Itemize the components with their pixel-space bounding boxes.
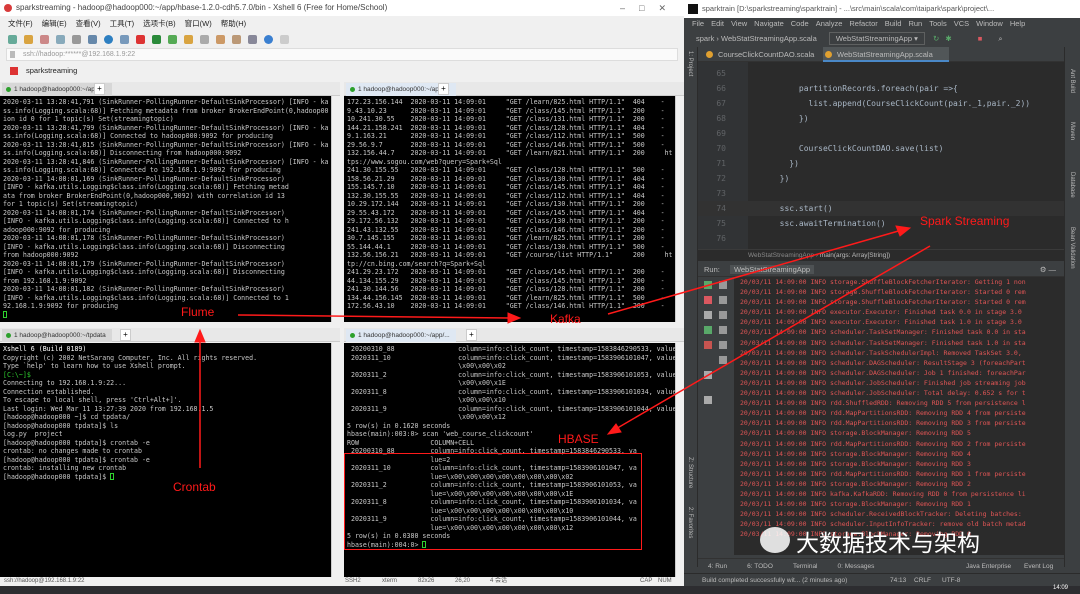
arrow-flume-kafka xyxy=(237,314,513,319)
arrowhead xyxy=(194,328,206,343)
arrow-spark-hbase xyxy=(613,245,931,431)
arrowhead xyxy=(895,225,912,237)
label-spark-streaming: Spark Streaming xyxy=(920,214,1010,228)
arrow-kafka-spark xyxy=(607,229,903,315)
watermark: 大数据技术与架构 xyxy=(796,530,980,556)
label-crontab: Crontab xyxy=(173,480,216,494)
label-flume: Flume xyxy=(181,305,215,319)
arrowhead xyxy=(606,423,622,435)
label-hbase: HBASE xyxy=(558,432,599,446)
annotation-arrows xyxy=(194,225,931,468)
label-kafka: Kafka xyxy=(550,312,581,326)
arrowhead xyxy=(507,312,522,324)
wechat-logo-icon xyxy=(760,527,790,553)
